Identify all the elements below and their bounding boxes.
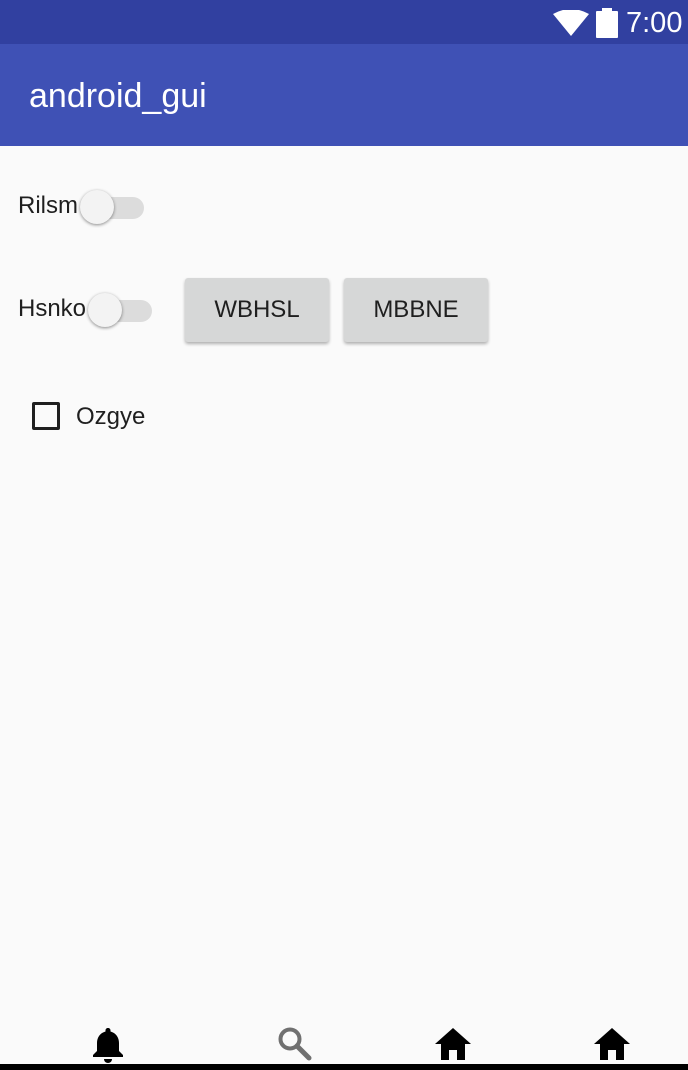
status-time: 7:00	[626, 7, 683, 39]
home-icon[interactable]	[592, 1024, 632, 1064]
ozgye-checkbox-label: Ozgye	[76, 403, 146, 430]
mbbne-button[interactable]: MBBNE	[344, 278, 488, 342]
ozgye-checkbox[interactable]	[32, 402, 60, 430]
home-icon[interactable]	[433, 1024, 473, 1064]
wifi-icon	[553, 9, 589, 41]
switch-rilsm[interactable]	[80, 187, 144, 227]
bell-icon[interactable]	[88, 1024, 128, 1064]
switch-thumb	[88, 293, 122, 327]
switch-rilsm-label: Rilsm	[18, 192, 78, 219]
search-icon[interactable]	[275, 1024, 315, 1064]
app-title: android_gui	[29, 77, 207, 115]
status-bar: 7:00	[0, 0, 688, 44]
battery-icon	[596, 8, 618, 43]
bottom-divider	[0, 1064, 688, 1070]
switch-hsnko-label: Hsnko	[18, 295, 87, 322]
wbhsl-button[interactable]: WBHSL	[185, 278, 329, 342]
switch-thumb	[80, 190, 114, 224]
switch-hsnko[interactable]	[88, 290, 152, 330]
